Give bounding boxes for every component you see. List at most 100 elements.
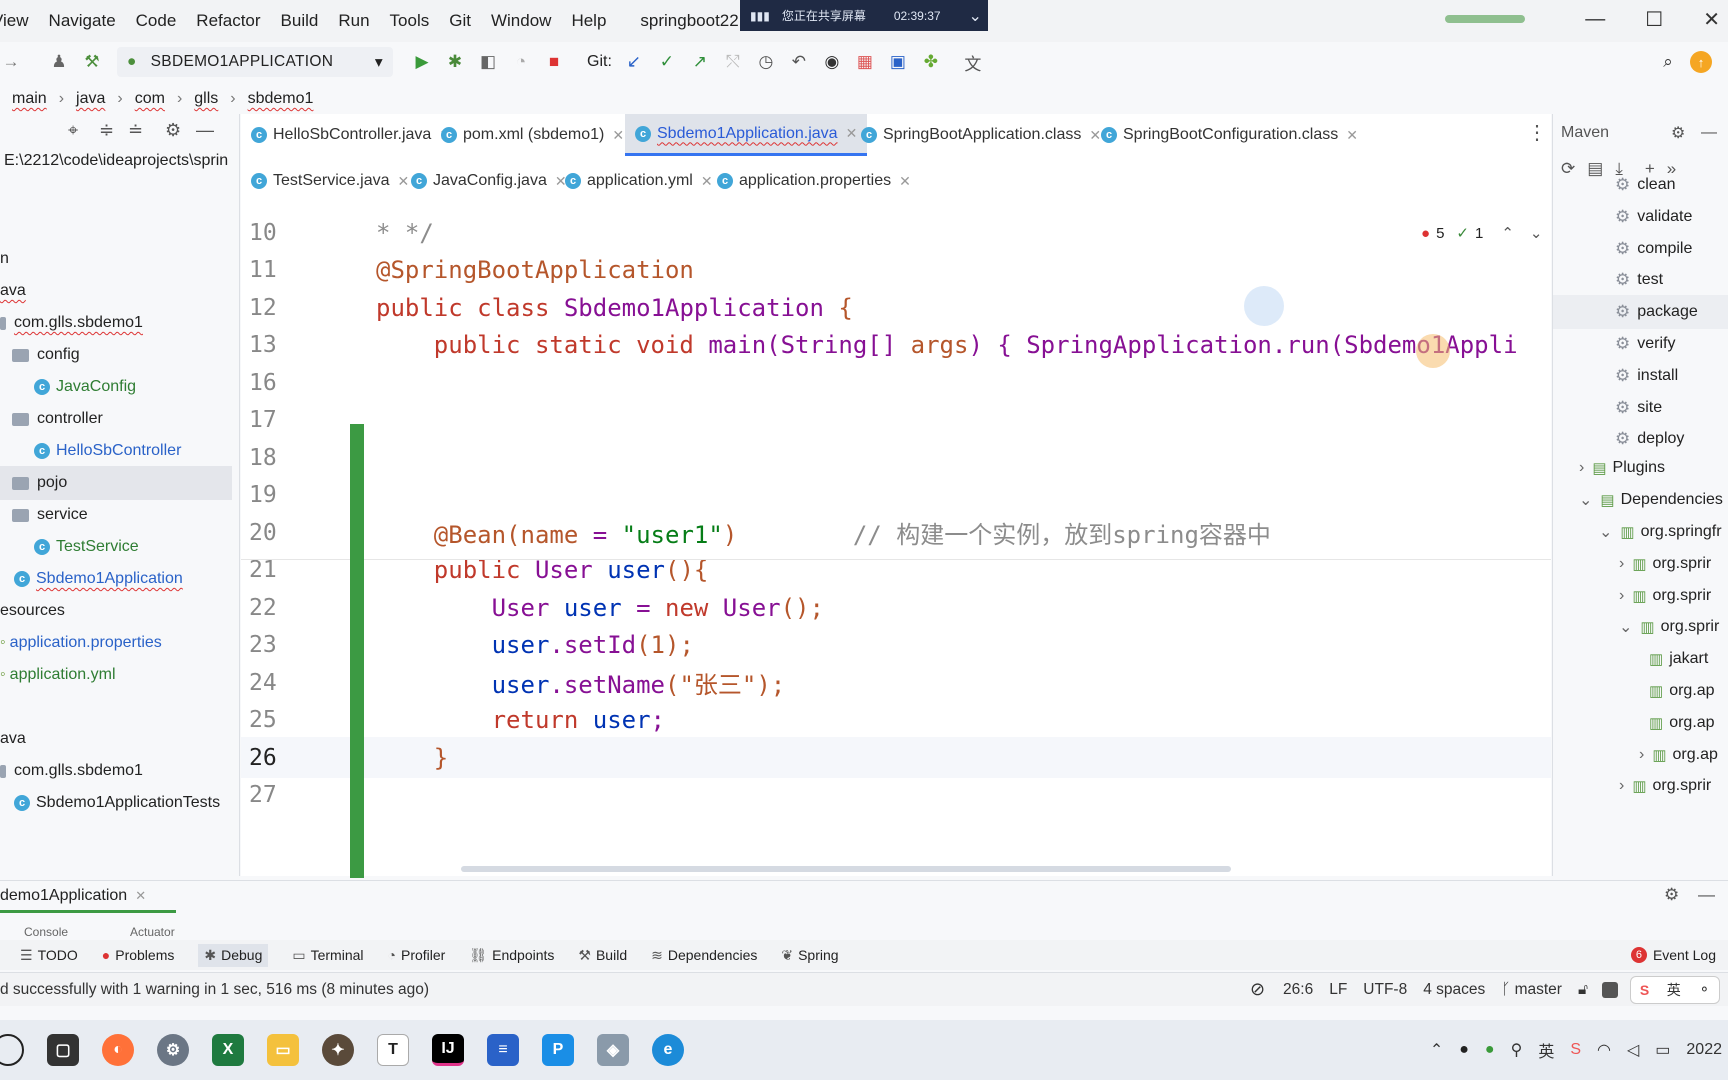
p-app-icon[interactable]: P [542, 1034, 574, 1066]
editor-tab[interactable]: c TestService.java ✕ [241, 160, 419, 202]
line-number[interactable]: 11 [249, 257, 289, 283]
git-push-icon[interactable]: ↗ [689, 51, 711, 73]
hide-icon[interactable]: — [1698, 885, 1715, 905]
profile-icon[interactable]: ◔ [510, 51, 532, 73]
tree-package[interactable]: com.glls.sbdemo1 [0, 306, 143, 340]
line-number[interactable]: 27 [249, 782, 289, 808]
maven-dependency[interactable]: ⌄ ▥ org.springfr [1599, 515, 1722, 549]
code-line[interactable]: 10 * */ [241, 212, 1551, 253]
editor-tab[interactable]: c Sbdemo1Application.java ✕ [625, 114, 868, 156]
menu-item[interactable]: Code [136, 11, 177, 31]
close-tab-icon[interactable]: ✕ [612, 127, 624, 144]
reload-icon[interactable]: ⟳ [1561, 159, 1575, 179]
git-commit-icon[interactable]: ✓ [656, 51, 678, 73]
inspection-off-icon[interactable]: ⊘ [1250, 979, 1265, 1000]
line-number[interactable]: 13 [249, 332, 289, 358]
tree-folder-controller[interactable]: controller [12, 402, 103, 436]
debug-session-tab[interactable]: demo1Application ✕ [0, 881, 146, 911]
menu-item[interactable]: View [0, 11, 29, 31]
git-update-icon[interactable]: ↙ [623, 51, 645, 73]
code-line[interactable]: 11 @SpringBootApplication [241, 250, 1551, 291]
tree-file-testservice[interactable]: c TestService [34, 530, 139, 564]
editor-tab[interactable]: c application.yml ✕ [555, 160, 723, 202]
maven-goal[interactable]: ⚙ clean [1615, 168, 1676, 202]
editor-tab[interactable]: c pom.xml (sbdemo1) ✕ [431, 114, 634, 156]
maven-dependency[interactable]: › ▥ org.sprir [1619, 547, 1711, 581]
notepad-icon[interactable]: ≡ [487, 1034, 519, 1066]
app-icon[interactable]: ✦ [322, 1034, 354, 1066]
maven-dependency[interactable]: › ▥ org.sprir [1619, 769, 1711, 803]
breadcrumb-item[interactable]: java [76, 90, 105, 108]
code-line[interactable]: 26 } [241, 737, 1551, 778]
tree-item[interactable]: ava [0, 722, 26, 756]
hide-icon[interactable]: — [1701, 124, 1717, 142]
code-line[interactable]: 19 [241, 475, 1551, 516]
tree-item[interactable]: n [0, 242, 9, 276]
translate-board-icon[interactable]: ▣ [887, 51, 909, 73]
editor-tab[interactable]: c SpringBootConfiguration.class ✕ [1091, 114, 1368, 156]
maven-goal[interactable]: ⚙ install [1615, 359, 1678, 393]
code-line[interactable]: 12 public class Sbdemo1Application { [241, 287, 1551, 328]
ime-toolbar[interactable]: S 英 ⚬ [1630, 975, 1720, 1004]
search-everywhere-icon[interactable]: ◉ [821, 51, 843, 73]
tree-folder-service[interactable]: service [12, 498, 88, 532]
gear-icon[interactable]: ⚙ [1671, 123, 1685, 143]
user-icon[interactable]: ♟ [48, 51, 70, 73]
battery-icon[interactable]: ▭ [1655, 1040, 1670, 1060]
breadcrumb-item[interactable]: main [12, 90, 47, 108]
maximize-icon[interactable]: ☐ [1645, 7, 1663, 32]
git-branch[interactable]: master [1515, 981, 1562, 999]
build-hammer-icon[interactable]: ⚒ [81, 51, 103, 73]
update-icon[interactable]: ↑ [1690, 51, 1712, 73]
tree-folder-config[interactable]: config [12, 338, 80, 372]
firefox-icon[interactable]: ◐ [102, 1034, 134, 1066]
code-line[interactable]: 23 user.setId(1); [241, 625, 1551, 666]
tree-file-application-yml[interactable]: ◦ application.yml [0, 658, 116, 692]
line-number[interactable]: 26 [249, 745, 289, 771]
taskbar-date[interactable]: 2022 [1686, 1041, 1722, 1059]
line-number[interactable]: 18 [249, 445, 289, 471]
menu-item[interactable]: Window [491, 11, 551, 31]
minimize-icon[interactable]: — [1585, 8, 1605, 31]
menu-item[interactable]: Refactor [196, 11, 260, 31]
code-line[interactable]: 17 [241, 400, 1551, 441]
line-number[interactable]: 19 [249, 482, 289, 508]
menu-item[interactable]: Build [281, 11, 319, 31]
gear-icon[interactable]: ⚙ [1664, 885, 1679, 905]
debug-icon[interactable]: ✱ [444, 51, 466, 73]
forward-icon[interactable]: → [0, 51, 22, 73]
tree-file-javaconfig[interactable]: c JavaConfig [34, 370, 136, 404]
tool-window-button[interactable]: ⚒ Build [578, 947, 627, 964]
line-number[interactable]: 17 [249, 407, 289, 433]
tool-window-button[interactable]: ◔ Profiler [388, 947, 446, 963]
scrollbar-thumb[interactable] [461, 866, 1231, 872]
line-number[interactable]: 25 [249, 707, 289, 733]
sogou-tray-icon[interactable]: S [1570, 1041, 1581, 1059]
maven-goal[interactable]: ⚙ test [1615, 263, 1663, 297]
menu-item[interactable]: Run [338, 11, 369, 31]
editor-tab[interactable]: c application.properties ✕ [707, 160, 921, 202]
maven-goal[interactable]: ⚙ validate [1615, 200, 1692, 234]
chevron-up-icon[interactable]: ⌃ [1430, 1040, 1443, 1060]
line-number[interactable]: 24 [249, 670, 289, 696]
menu-item[interactable]: Tools [390, 11, 430, 31]
actuator-tab[interactable]: Actuator [130, 925, 175, 941]
menu-item[interactable]: Navigate [49, 11, 116, 31]
line-number[interactable]: 23 [249, 632, 289, 658]
expand-all-icon[interactable]: ≑ [99, 120, 114, 141]
code-line[interactable]: 25 return user; [241, 700, 1551, 741]
screen-share-bar[interactable]: ▮▮▮ 您正在共享屏幕 02:39:37 ⌄ [740, 0, 988, 31]
event-log-button[interactable]: 6 Event Log [1630, 947, 1716, 963]
maven-dependency[interactable]: ▥ org.ap [1649, 674, 1715, 708]
tree-file-application-properties[interactable]: ◦ application.properties [0, 626, 162, 660]
line-number[interactable]: 16 [249, 370, 289, 396]
ime-icon[interactable]: 英 [1538, 1038, 1554, 1062]
tree-package[interactable]: com.glls.sbdemo1 [0, 754, 143, 788]
wifi-icon[interactable]: ◠ [1597, 1040, 1611, 1060]
line-separator[interactable]: LF [1329, 981, 1347, 999]
typora-icon[interactable]: T [377, 1034, 409, 1066]
code-line[interactable]: 22 User user = new User(); [241, 587, 1551, 628]
maven-goal[interactable]: ⚙ package [1553, 295, 1728, 330]
microphone-icon[interactable]: ⚲ [1511, 1040, 1523, 1060]
edge-icon[interactable]: e [652, 1034, 684, 1066]
